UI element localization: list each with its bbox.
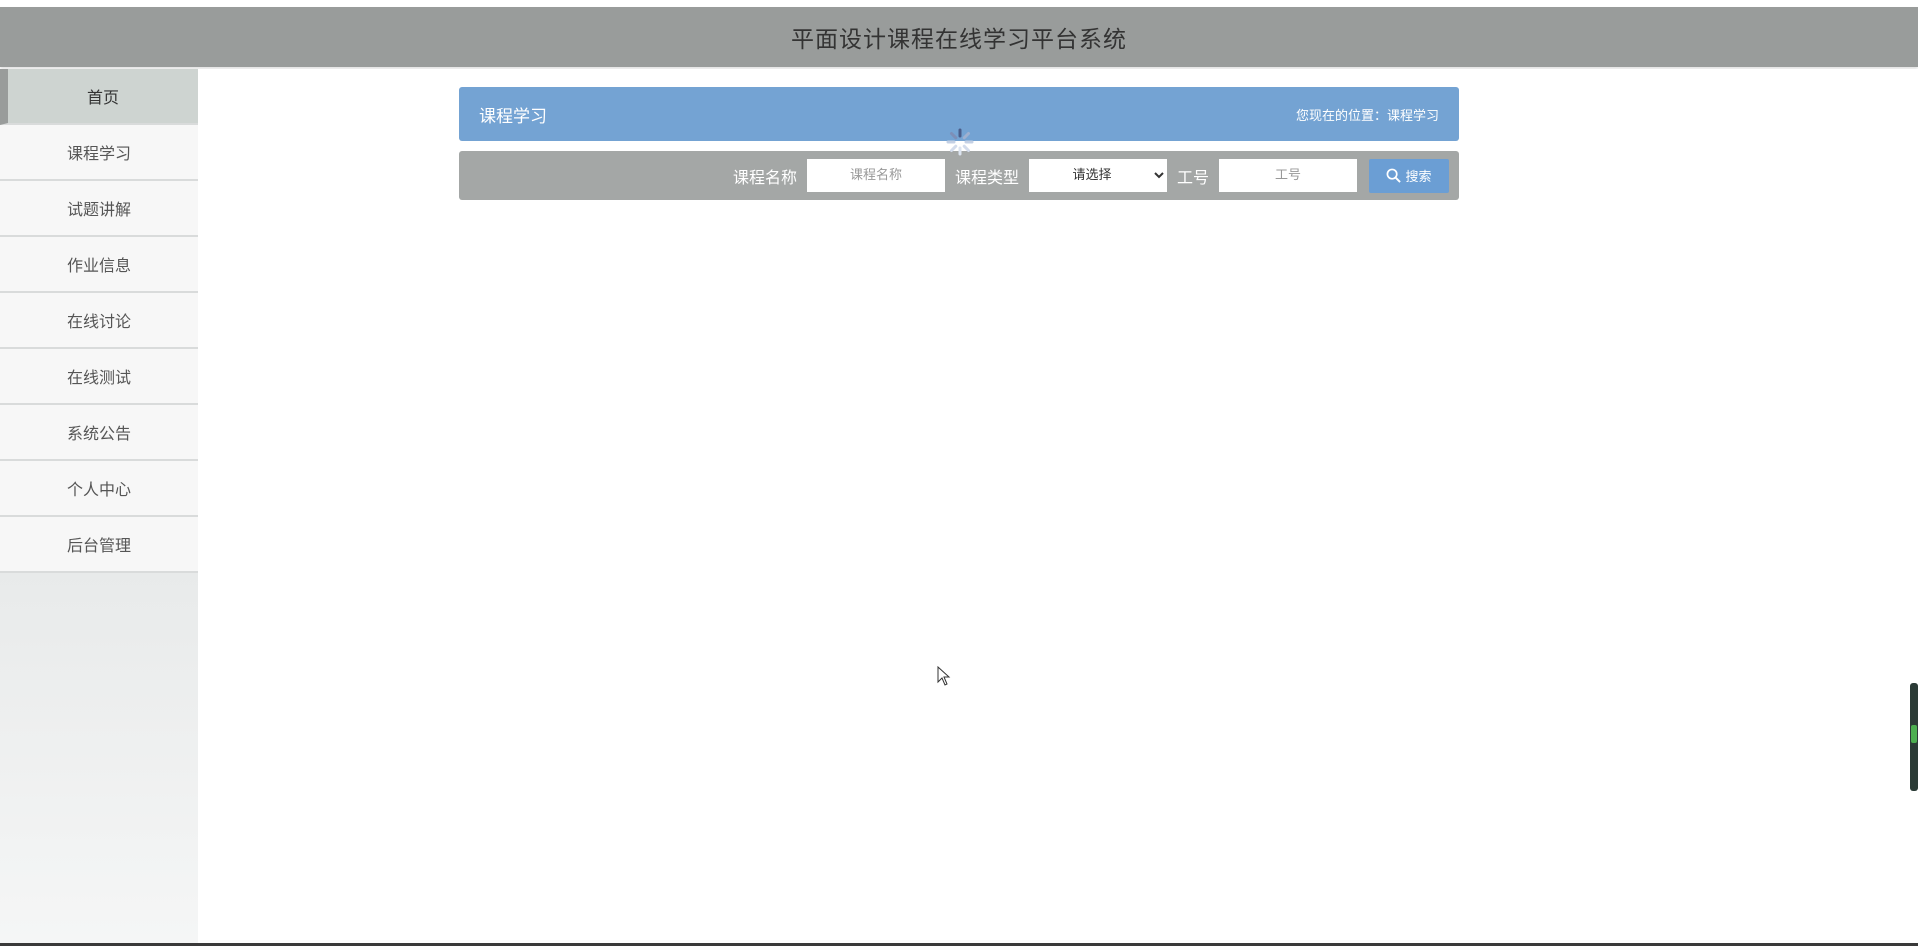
section-title: 课程学习 (479, 106, 547, 127)
app-title: 平面设计课程在线学习平台系统 (791, 27, 1127, 53)
main-content (198, 69, 1918, 946)
sidebar-item-home[interactable]: 首页 (0, 69, 198, 125)
search-form: 课程名称 课程类型 请选择 工号 搜索 (459, 151, 1459, 200)
sidebar-item-label: 在线测试 (66, 368, 131, 387)
mouse-cursor-icon (937, 666, 951, 686)
sidebar-item-label: 课程学习 (66, 144, 131, 163)
sidebar-item-admin[interactable]: 后台管理 (0, 517, 198, 573)
sidebar-item-discussion[interactable]: 在线讨论 (0, 293, 198, 349)
course-name-input[interactable] (806, 159, 945, 192)
sidebar-item-online-test[interactable]: 在线测试 (0, 349, 198, 405)
sidebar-item-label: 作业信息 (66, 256, 131, 275)
sidebar-item-label: 试题讲解 (66, 200, 131, 219)
sidebar-item-label: 后台管理 (66, 536, 131, 555)
breadcrumb-current[interactable]: 课程学习 (1387, 105, 1439, 124)
breadcrumb: 您现在的位置： 课程学习 (1296, 105, 1439, 124)
sidebar-item-label: 在线讨论 (66, 312, 131, 331)
sidebar-item-label: 首页 (86, 88, 119, 107)
search-button[interactable]: 搜索 (1369, 158, 1449, 193)
search-button-label: 搜索 (1405, 169, 1432, 184)
breadcrumb-prefix: 您现在的位置： (1295, 108, 1387, 124)
sidebar-item-personal-center[interactable]: 个人中心 (0, 461, 198, 517)
course-type-label: 课程类型 (954, 167, 1019, 187)
job-no-input[interactable] (1219, 159, 1357, 192)
loading-spinner-icon (946, 128, 974, 156)
sidebar-item-homework[interactable]: 作业信息 (0, 237, 198, 293)
scrollbar-thumb[interactable] (1911, 725, 1917, 743)
course-type-select[interactable]: 请选择 (1028, 159, 1167, 192)
app-header: 平面设计课程在线学习平台系统 (0, 7, 1918, 67)
sidebar: 首页 课程学习 试题讲解 作业信息 在线讨论 在线测试 系统公告 个人中心 后台… (0, 69, 198, 943)
top-strip (0, 0, 1918, 7)
job-no-label: 工号 (1176, 167, 1209, 187)
sidebar-item-course-study[interactable]: 课程学习 (0, 125, 198, 181)
sidebar-item-label: 系统公告 (66, 424, 131, 443)
sidebar-item-announcement[interactable]: 系统公告 (0, 405, 198, 461)
sidebar-nav: 首页 课程学习 试题讲解 作业信息 在线讨论 在线测试 系统公告 个人中心 后台… (0, 69, 198, 573)
search-icon (1387, 168, 1402, 183)
sidebar-item-exam-explain[interactable]: 试题讲解 (0, 181, 198, 237)
sidebar-item-label: 个人中心 (66, 480, 131, 499)
course-name-label: 课程名称 (732, 167, 797, 187)
